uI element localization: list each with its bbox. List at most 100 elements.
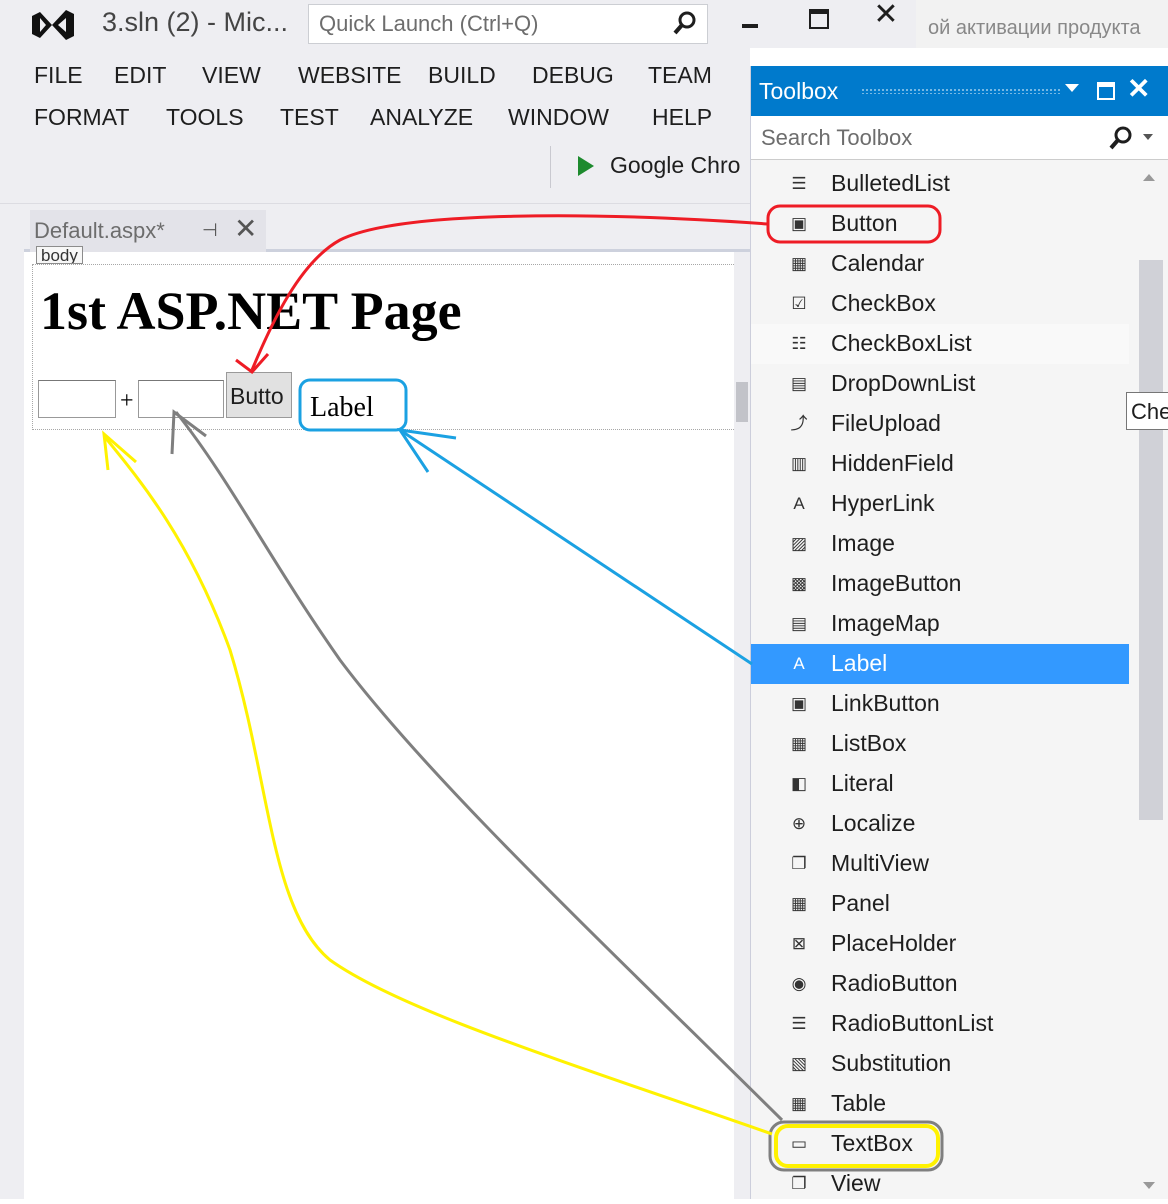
bulleted-list-icon: ☰ [791,174,807,193]
toolbox-item-label: ImageMap [831,610,940,636]
toolbox-item-table[interactable]: ▦ Table [751,1084,1129,1124]
toolbox-item-label: TextBox [831,1130,913,1156]
toolbox-item-hiddenfield[interactable]: ▥ HiddenField [751,444,1129,484]
maximize-icon[interactable] [798,4,838,38]
background-window: ой активации продукта [916,0,1168,48]
toolbox-item-substitution[interactable]: ▧ Substitution [751,1044,1129,1084]
toolbox-item-label: CheckBox [831,290,936,316]
radio-button-list-icon: ☰ [791,1014,807,1033]
menu-website[interactable]: WEBSITE [298,62,402,89]
toolbox-item-dropdownlist[interactable]: ▤ DropDownList [751,364,1129,404]
toolbox-item-checkboxlist[interactable]: ☷ CheckBoxList [751,324,1129,364]
localize-icon: ⊕ [791,814,807,833]
quick-launch-input[interactable]: Quick Launch (Ctrl+Q) [308,4,708,44]
menu-debug[interactable]: DEBUG [532,62,614,89]
visual-studio-logo-icon [32,10,74,40]
toolbox-item-literal[interactable]: ◧ Literal [751,764,1129,804]
toolbox-item-placeholder[interactable]: ⊠ PlaceHolder [751,924,1129,964]
search-icon[interactable] [671,9,699,37]
placeholder-icon: ⊠ [791,934,807,953]
minimize-icon[interactable] [736,10,776,40]
close-icon[interactable]: ✕ [1127,72,1150,105]
menu-file[interactable]: FILE [34,62,83,89]
toolbox-item-localize[interactable]: ⊕ Localize [751,804,1129,844]
toolbox-item-imagebutton[interactable]: ▩ ImageButton [751,564,1129,604]
toolbox-item-label: Localize [831,810,916,836]
toolbox-item-bulletedlist[interactable]: ☰ BulletedList [751,164,1129,204]
textbox-1[interactable] [38,380,116,418]
toolbox-item-label: Image [831,530,895,556]
search-icon[interactable] [1107,124,1135,152]
menu-format[interactable]: FORMAT [34,108,129,130]
background-window-text: ой активации продукта [928,17,1141,39]
radio-button-icon: ◉ [791,974,807,993]
run-browser-button[interactable]: Google Chro [566,146,766,186]
toolbox-item-panel[interactable]: ▦ Panel [751,884,1129,924]
dropdown-list-icon: ▤ [790,374,808,393]
toolbox-item-multiview[interactable]: ❐ MultiView [751,844,1129,884]
panel-icon: ▦ [790,894,808,913]
menu-window[interactable]: WINDOW [508,104,609,131]
toolbox-item-view[interactable]: ❐ View [751,1164,1129,1204]
toolbox-item-calendar[interactable]: ▦ Calendar [751,244,1129,284]
toolbox-item-textbox[interactable]: ▭ TextBox [751,1124,1129,1164]
quick-launch-placeholder: Quick Launch (Ctrl+Q) [319,11,539,36]
toolbox-item-label: CheckBoxList [831,330,972,356]
tooltip: Che [1126,392,1168,430]
toolbox-item-radiobutton[interactable]: ◉ RadioButton [751,964,1129,1004]
design-label[interactable]: Label [310,392,374,424]
scroll-down-icon[interactable] [1143,1182,1155,1189]
scroll-up-icon[interactable] [1143,174,1155,181]
toolbox-item-checkbox[interactable]: ☑ CheckBox [751,284,1129,324]
toolbox-item-label: MultiView [831,850,929,876]
editor-scroll-thumb[interactable] [736,382,748,422]
chevron-down-icon[interactable] [1143,134,1153,140]
menu-team[interactable]: TEAM [648,62,712,89]
menu-analyze[interactable]: ANALYZE [370,108,473,130]
toolbox-scroll-thumb[interactable] [1139,260,1163,820]
menu-build[interactable]: BUILD [428,62,496,89]
toolbox-item-label: HyperLink [831,490,935,516]
toolbox-item-imagemap[interactable]: ▤ ImageMap [751,604,1129,644]
button-icon: ▣ [790,214,808,233]
checkbox-icon: ☑ [791,294,807,313]
toolbox-item-label: Substitution [831,1050,952,1076]
toolbox-item-image[interactable]: ▨ Image [751,524,1129,564]
maximize-icon[interactable] [1097,82,1115,100]
page-heading[interactable]: 1st ASP.NET Page [40,280,462,342]
toolbox-item-label: FileUpload [831,410,941,436]
menu-view[interactable]: VIEW [202,62,261,89]
toolbox-item-hyperlink[interactable]: A HyperLink [751,484,1129,524]
design-surface[interactable]: body 1st ASP.NET Page + Butto Label [24,246,738,1199]
toolbox-title: Toolbox [759,78,839,104]
toolbox-search-input[interactable]: Search Toolbox [751,116,1168,160]
toolbox-item-label[interactable]: A Label [751,644,1129,684]
toolbox-item-linkbutton[interactable]: ▣ LinkButton [751,684,1129,724]
toolbox-item-radiobuttonlist[interactable]: ☰ RadioButtonList [751,1004,1129,1044]
design-button[interactable]: Butto [226,372,292,418]
hyperlink-icon: A [793,494,805,513]
toolbox-scrollbar[interactable] [1133,164,1168,1199]
pin-icon[interactable]: ⊣ [202,220,218,241]
menu-edit[interactable]: EDIT [114,62,166,89]
toolbar: Google Chro [0,138,750,204]
menu-tools[interactable]: TOOLS [166,108,244,130]
menu-test[interactable]: TEST [280,108,339,130]
toolbox-item-fileupload[interactable]: ⤴ FileUpload [751,404,1129,444]
editor-scrollbar[interactable] [734,252,750,1199]
textbox-icon: ▭ [790,1134,808,1153]
toolbox-item-listbox[interactable]: ▦ ListBox [751,724,1129,764]
image-button-icon: ▩ [790,574,808,593]
plus-sign: + [120,388,134,414]
close-tab-icon[interactable]: ✕ [234,212,257,245]
textbox-2[interactable] [138,380,224,418]
toolbox-drag-grip[interactable] [861,88,1061,94]
toolbox-item-button[interactable]: ▣ Button [751,204,1129,244]
toolbox-item-label: Button [831,210,898,236]
menu-help[interactable]: HELP [652,104,712,131]
close-window-icon[interactable]: ✕ [866,0,906,34]
body-tag-badge[interactable]: body [36,246,83,264]
image-icon: ▨ [790,534,808,553]
literal-icon: ◧ [790,774,808,793]
chevron-down-icon[interactable] [1065,84,1079,92]
